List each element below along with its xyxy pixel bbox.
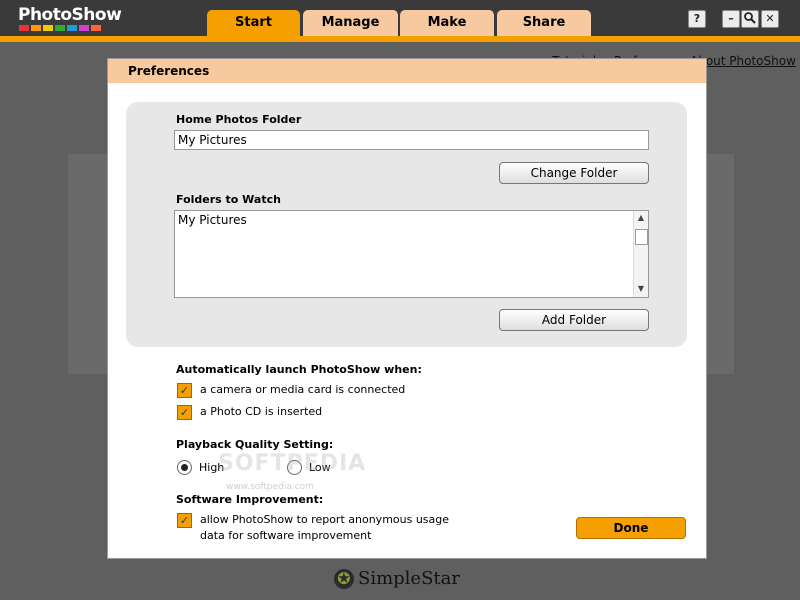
usage-data-checkbox[interactable]: ✓ [177, 513, 192, 528]
tab-make[interactable]: Make [400, 10, 494, 36]
scroll-down-icon[interactable]: ▼ [634, 283, 648, 295]
accent-line [0, 36, 800, 42]
home-folder-label: Home Photos Folder [176, 113, 302, 126]
scrollbar[interactable]: ▲ ▼ [633, 211, 648, 297]
preferences-dialog: Preferences Home Photos Folder My Pictur… [107, 58, 707, 559]
folders-to-watch-label: Folders to Watch [176, 193, 281, 206]
usage-data-label-line1: allow PhotoShow to report anonymous usag… [200, 513, 450, 526]
footer-brand: ✪ SimpleStar [334, 568, 460, 589]
minimize-button[interactable]: – [722, 10, 740, 28]
home-folder-field[interactable]: My Pictures [174, 130, 649, 150]
tab-share[interactable]: Share [497, 10, 591, 36]
search-button[interactable] [741, 10, 759, 28]
close-button[interactable]: ✕ [761, 10, 779, 28]
camera-checkbox-label: a camera or media card is connected [200, 383, 406, 396]
search-icon [744, 12, 756, 24]
done-button[interactable]: Done [576, 517, 686, 539]
logo-dots [19, 25, 101, 31]
high-radio[interactable] [177, 460, 192, 475]
star-icon: ✪ [334, 568, 354, 589]
software-improvement-label: Software Improvement: [176, 493, 324, 506]
folders-to-watch-list[interactable]: My Pictures ▲ ▼ [174, 210, 649, 298]
help-button[interactable]: ? [688, 10, 706, 28]
photocd-checkbox[interactable]: ✓ [177, 405, 192, 420]
camera-checkbox[interactable]: ✓ [177, 383, 192, 398]
change-folder-button[interactable]: Change Folder [499, 162, 649, 184]
tab-manage[interactable]: Manage [303, 10, 398, 36]
add-folder-button[interactable]: Add Folder [499, 309, 649, 331]
photocd-checkbox-label: a Photo CD is inserted [200, 405, 323, 418]
watermark: SOFTPEDIA [218, 451, 367, 476]
scroll-up-icon[interactable]: ▲ [634, 212, 648, 224]
dialog-title: Preferences [108, 59, 706, 83]
playback-quality-label: Playback Quality Setting: [176, 438, 334, 451]
scroll-thumb[interactable] [635, 229, 648, 245]
usage-data-label-line2: data for software improvement [200, 529, 372, 542]
app-logo: PhotoShow [18, 5, 122, 25]
footer-brand-text: SimpleStar [358, 568, 460, 589]
watermark-url: www.softpedia.com [226, 482, 314, 492]
list-item[interactable]: My Pictures [178, 213, 247, 227]
auto-launch-label: Automatically launch PhotoShow when: [176, 363, 422, 376]
tab-start[interactable]: Start [207, 10, 300, 36]
